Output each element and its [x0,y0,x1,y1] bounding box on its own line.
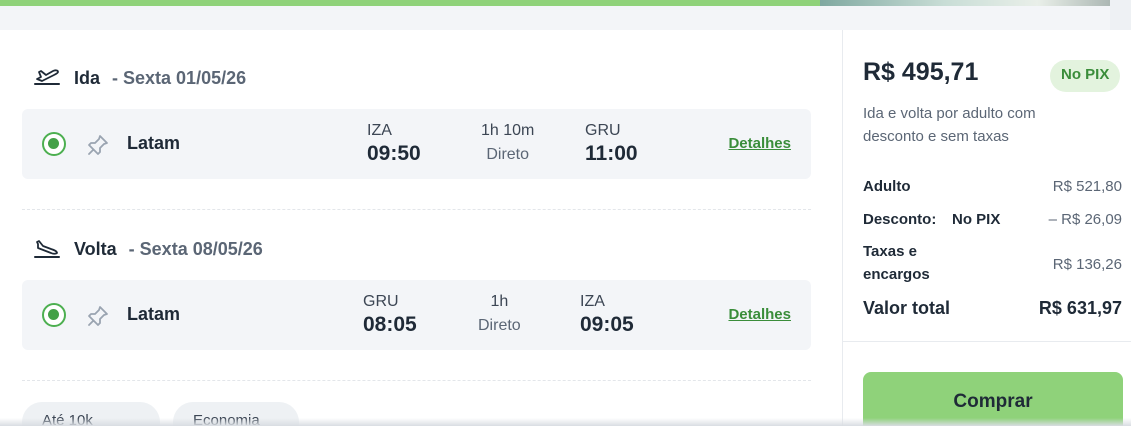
flights-panel: Ida - Sexta 01/05/26 Latam IZA 09:50 1h … [0,30,842,426]
total-value: R$ 631,97 [1038,298,1122,318]
radio-selected-icon[interactable] [42,303,66,327]
pix-badge: No PIX [1050,60,1121,92]
details-link[interactable]: Detalhes [728,306,791,323]
outbound-header: Ida - Sexta 01/05/26 [32,66,246,90]
flight-stops: Direto [478,317,521,334]
outbound-label: Ida [74,67,101,88]
adult-value: R$ 521,80 [1052,178,1122,195]
flight-duration: 1h [490,293,509,310]
pin-icon[interactable] [86,304,110,328]
plane-arrival-icon [34,240,60,258]
origin-code: GRU [363,293,399,310]
bottom-shadow [0,418,1131,426]
taxes-label-line2: encargos [863,266,930,283]
top-banner [0,0,1131,30]
taxes-value: R$ 136,26 [1052,256,1122,273]
arrival-info: GRU 11:00 [585,122,638,166]
discount-label: Desconto: [863,211,937,228]
total-row: Valor total R$ 631,97 [863,298,1122,324]
banner-green-strip [0,0,830,6]
destination-code: IZA [580,293,605,310]
arrival-time: 09:05 [580,313,634,336]
banner-image [820,0,1131,6]
return-date: - Sexta 08/05/26 [128,238,263,259]
banner-edge [1110,0,1131,30]
discount-value: – R$ 26,09 [1048,211,1122,228]
departure-time: 08:05 [363,313,417,336]
price-summary-panel: R$ 495,71 No PIX Ida e volta por adulto … [842,30,1131,426]
radio-selected-icon[interactable] [42,132,66,156]
price-description: Ida e volta por adulto com desconto e se… [863,105,1036,145]
total-label: Valor total [863,298,951,318]
divider [22,380,811,381]
departure-info: GRU 08:05 [363,293,417,337]
details-link[interactable]: Detalhes [728,135,791,152]
airline-name: Latam [127,133,181,153]
return-flight-card[interactable]: Latam GRU 08:05 1h Direto IZA 09:05 Deta… [22,280,811,350]
outbound-date: - Sexta 01/05/26 [112,67,247,88]
return-label: Volta [74,238,117,259]
origin-code: IZA [367,122,392,139]
duration-info: 1h Direto [478,293,521,335]
arrival-info: IZA 09:05 [580,293,634,337]
flight-stops: Direto [486,146,530,163]
airline-name: Latam [127,304,181,324]
divider [22,209,811,210]
pin-icon[interactable] [86,133,110,157]
duration-info: 1h 10m Direto [481,122,534,164]
plane-departure-icon [34,69,60,85]
outbound-flight-card[interactable]: Latam IZA 09:50 1h 10m Direto GRU 11:00 … [22,109,811,179]
price-per-adult: R$ 495,71 [863,58,979,86]
discount-row: Desconto: No PIX – R$ 26,09 [863,211,1122,233]
adult-label: Adulto [863,178,911,195]
discount-method: No PIX [952,211,1001,228]
departure-time: 09:50 [367,142,421,165]
destination-code: GRU [585,122,621,139]
flight-duration: 1h 10m [481,122,535,139]
taxes-label-line1: Taxas e [863,243,917,260]
departure-info: IZA 09:50 [367,122,421,166]
arrival-time: 11:00 [585,142,638,165]
divider [843,341,1131,342]
adult-row: Adulto R$ 521,80 [863,178,1122,200]
return-header: Volta - Sexta 08/05/26 [32,237,263,261]
taxes-row: Taxas e encargos R$ 136,26 [863,243,1122,289]
